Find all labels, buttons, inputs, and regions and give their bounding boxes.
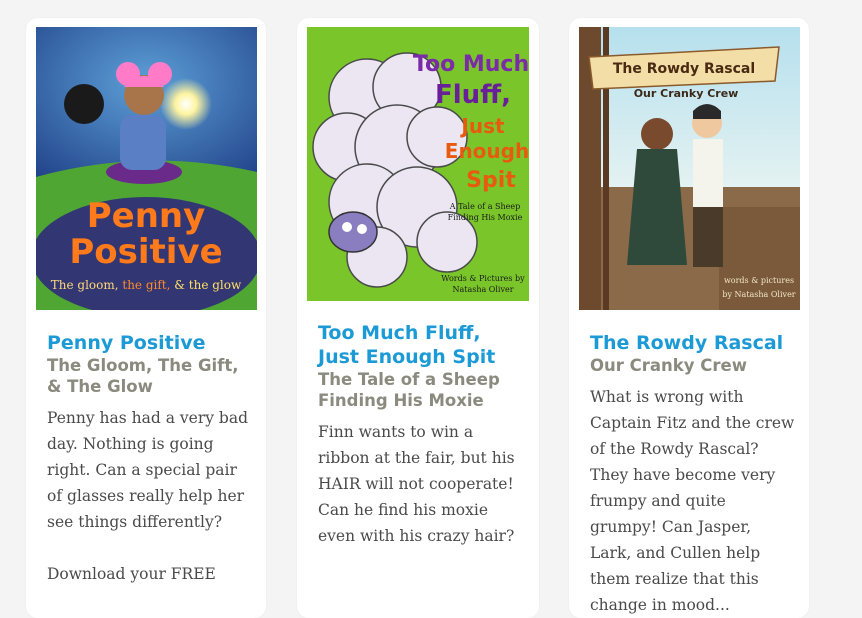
book-text: Too Much Fluff, Just Enough Spit The Tal… [318, 321, 527, 549]
cover-tagline-c: & the glow [174, 278, 242, 292]
cover-tag2: Finding His Moxie [448, 213, 523, 222]
cover-line5: Spit [466, 168, 516, 193]
book-description: Finn wants to win a ribbon at the fair, … [318, 423, 515, 545]
cover-line3: Just [459, 114, 505, 138]
book-card-too-much-fluff: Too Much Fluff, Just Enough Spit A Tale … [297, 18, 539, 618]
cover-tagline-b: the gift, [122, 278, 174, 292]
cover-credit1: words & pictures [724, 276, 794, 285]
book-text: The Rowdy Rascal Our Cranky Crew What is… [590, 331, 797, 618]
book-card-rowdy-rascal: The Rowdy Rascal Our Cranky Crew words &… [569, 18, 809, 618]
cover-credit2: by Natasha Oliver [722, 290, 795, 299]
book-title[interactable]: Penny Positive [47, 331, 254, 355]
book-description: What is wrong with Captain Fitz and the … [590, 388, 795, 614]
cover-credit2: Natasha Oliver [452, 285, 513, 294]
book-cover-image[interactable]: Penny Positive The gloom, the gift, & th… [36, 27, 257, 310]
cover-title-line1: Penny [87, 196, 206, 236]
cover-line4: Enough [445, 139, 529, 163]
cover-tag1: A Tale of a Sheep [449, 202, 521, 211]
book-cover-image[interactable]: Too Much Fluff, Just Enough Spit A Tale … [307, 27, 529, 301]
cover-tagline-a: The gloom, [51, 278, 123, 292]
download-free-text: Download your FREE [47, 565, 216, 583]
book-subtitle: The Gloom, The Gift, & The Glow [47, 356, 239, 396]
book-title[interactable]: The Rowdy Rascal [590, 331, 797, 355]
cover-line1: Too Much [413, 52, 529, 77]
book-text: Penny Positive The Gloom, The Gift, & Th… [47, 331, 254, 587]
book-title[interactable]: Too Much Fluff, Just Enough Spit [318, 321, 527, 369]
book-card-penny-positive: Penny Positive The gloom, the gift, & th… [26, 18, 266, 618]
cover-subbanner: Our Cranky Crew [634, 87, 739, 100]
cover-line2: Fluff, [435, 80, 511, 110]
book-subtitle: Our Cranky Crew [590, 356, 747, 375]
book-cover-image[interactable]: The Rowdy Rascal Our Cranky Crew words &… [579, 27, 800, 310]
book-subtitle: The Tale of a Sheep Finding His Moxie [318, 370, 500, 410]
cover-title-line2: Positive [69, 232, 222, 272]
svg-text:The gloom, the gift, & the glo: The gloom, the gift, & the glow [51, 278, 242, 292]
book-description: Penny has had a very bad day. Nothing is… [47, 409, 249, 531]
cover-credit1: Words & Pictures by [441, 274, 525, 283]
cover-banner: The Rowdy Rascal [613, 61, 755, 77]
